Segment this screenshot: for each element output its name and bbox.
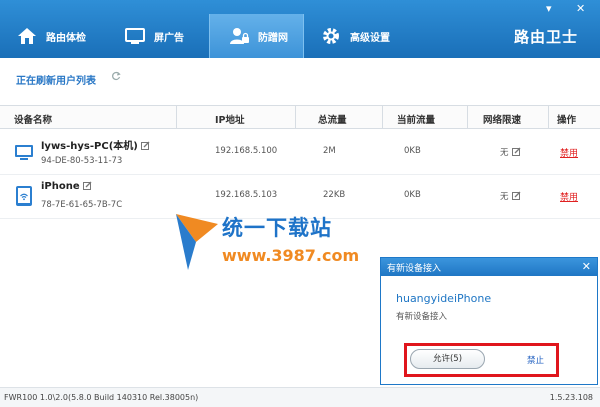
column-header: IP地址	[215, 115, 245, 126]
table-row[interactable]: lyws-hys-PC(本机) 94-DE-80-53-11-73 192.16…	[0, 131, 600, 175]
tab-anti-leech[interactable]: 防蹭网	[209, 14, 304, 58]
device-mac: 94-DE-80-53-11-73	[41, 156, 123, 166]
column-divider	[176, 105, 177, 129]
column-header: 网络限速	[483, 115, 522, 126]
firmware-version: FWR100 1.0\2.0(5.8.0 Build 140310 Rel.38…	[4, 393, 199, 402]
tab-ad-block[interactable]: 屏广告	[124, 14, 214, 58]
popup-title: 有新设备接入	[381, 258, 597, 276]
new-device-popup: 有新设备接入 ✕ huangyideiPhone 有新设备接入 允许(5) 禁止	[380, 257, 598, 385]
column-header: 设备名称	[14, 115, 53, 126]
device-ip: 192.168.5.100	[215, 146, 278, 156]
tab-label: 屏广告	[154, 32, 184, 44]
tab-label: 路由体检	[46, 32, 86, 44]
device-mac: 78-7E-61-65-7B-7C	[41, 200, 123, 210]
page-title: 正在刷新用户列表	[16, 76, 96, 87]
monitor-icon	[124, 25, 146, 47]
speed-limit: 无	[500, 146, 521, 158]
disable-link[interactable]: 禁用	[560, 190, 578, 203]
minimize-icon[interactable]: ▾	[546, 3, 552, 15]
brand-logo: 路由卫士	[513, 28, 578, 46]
column-header: 总流量	[318, 115, 347, 126]
refresh-icon[interactable]	[111, 71, 121, 84]
device-total-traffic: 2M	[323, 146, 336, 156]
disable-link[interactable]: 禁用	[560, 146, 578, 159]
tab-label: 高级设置	[350, 32, 390, 44]
column-divider	[467, 105, 468, 129]
device-name: lyws-hys-PC(本机)	[41, 137, 150, 152]
deny-link[interactable]: 禁止	[527, 354, 544, 366]
close-icon[interactable]: ✕	[582, 260, 591, 273]
popup-device-name: huangyideiPhone	[396, 292, 492, 305]
tab-label: 防蹭网	[258, 32, 288, 44]
watermark-name: 统一下载站	[222, 216, 332, 240]
home-icon	[16, 25, 38, 47]
popup-message: 有新设备接入	[396, 312, 448, 322]
device-current-traffic: 0KB	[404, 146, 421, 156]
column-header: 当前流量	[397, 115, 436, 126]
tab-advanced-settings[interactable]: 高级设置	[320, 14, 420, 58]
edit-icon[interactable]	[511, 147, 521, 156]
watermark: 统一下载站 www.3987.com	[174, 212, 364, 274]
edit-icon[interactable]	[140, 141, 150, 150]
column-divider	[295, 105, 296, 129]
device-name: iPhone	[41, 181, 92, 192]
user-lock-icon	[228, 25, 250, 47]
edit-icon[interactable]	[82, 181, 92, 190]
column-divider	[382, 105, 383, 129]
column-header: 操作	[557, 115, 577, 126]
column-divider	[548, 105, 549, 129]
table-header: 设备名称 IP地址 总流量 当前流量 网络限速 操作	[0, 105, 600, 129]
device-ip: 192.168.5.103	[215, 190, 278, 200]
status-bar: FWR100 1.0\2.0(5.8.0 Build 140310 Rel.38…	[0, 387, 600, 407]
gear-icon	[320, 25, 342, 47]
edit-icon[interactable]	[511, 191, 521, 200]
speed-limit: 无	[500, 190, 521, 202]
allow-button[interactable]: 允许(5)	[410, 349, 485, 369]
close-icon[interactable]: ✕	[576, 3, 585, 15]
device-total-traffic: 22KB	[323, 190, 346, 200]
watermark-url: www.3987.com	[222, 246, 360, 265]
desktop-icon	[14, 140, 34, 164]
tablet-icon	[14, 184, 34, 208]
tab-router-check[interactable]: 路由体检	[16, 14, 116, 58]
device-current-traffic: 0KB	[404, 190, 421, 200]
top-bar: ▾ ✕ 路由体检 屏广告 防蹭网 高级设置 路由卫士	[0, 0, 600, 58]
watermark-logo-icon	[176, 214, 218, 270]
app-version: 1.5.23.108	[549, 393, 593, 402]
